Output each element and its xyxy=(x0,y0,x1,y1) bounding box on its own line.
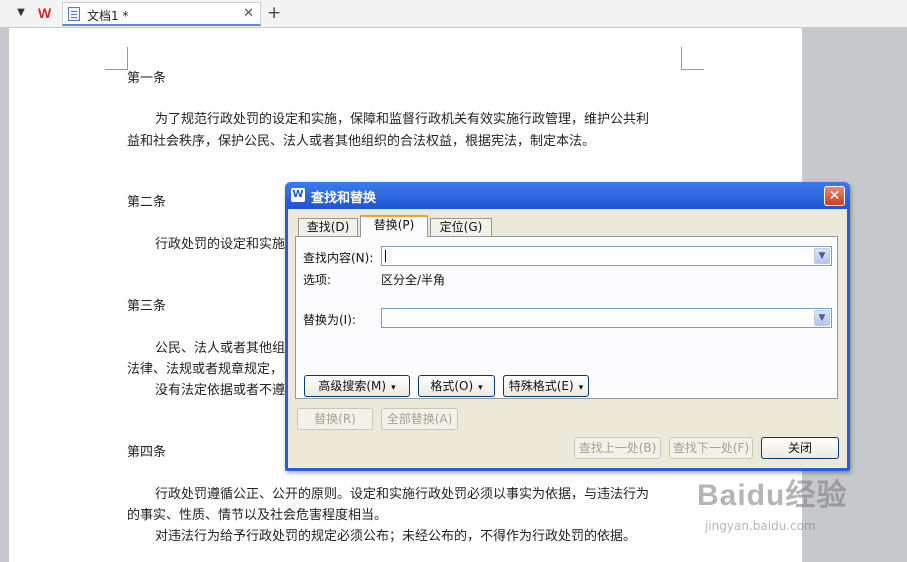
text-caret xyxy=(385,250,386,262)
replace-tab-panel: 查找内容(N): ▼ 选项: 区分全/半角 替换为(I): ▼ 高级搜索(M) ▾… xyxy=(295,236,838,399)
paragraph-line: 公民、法人或者其他组 xyxy=(155,341,286,356)
article-heading: 第三条 xyxy=(127,299,167,314)
special-format-button[interactable]: 特殊格式(E) ▾ xyxy=(503,375,589,397)
close-button[interactable]: 关闭 xyxy=(761,437,839,459)
watermark-url: jingyan.baidu.com xyxy=(705,519,816,533)
close-tab-icon[interactable]: ✕ xyxy=(243,6,254,21)
watermark-logo-text: Baidu经验 xyxy=(697,479,848,512)
margin-marker-top-right xyxy=(681,47,704,70)
paragraph-line: 行政处罚遵循公正、公开的原则。设定和实施行政处罚必须以事实为依据，与违法行为 xyxy=(155,487,650,502)
dialog-body: 查找(D) 替换(P) 定位(G) 查找内容(N): ▼ 选项: 区分全/半角 … xyxy=(288,209,847,468)
options-label: 选项: xyxy=(303,273,332,287)
find-previous-button[interactable]: 查找上一处(B) xyxy=(574,437,661,459)
new-tab-plus-icon[interactable]: + xyxy=(267,3,281,23)
chevron-down-icon: ▾ xyxy=(478,383,483,393)
paragraph-line: 行政处罚的设定和实施 xyxy=(155,237,286,252)
format-label: 格式(O) xyxy=(430,379,474,393)
options-value: 区分全/半角 xyxy=(381,273,446,287)
tab-menu-arrow-icon[interactable]: ▼ xyxy=(14,6,28,20)
paragraph-line: 益和社会秩序，保护公民、法人或者其他组织的合法权益，根据宪法，制定本法。 xyxy=(127,134,596,149)
replace-dropdown-chevron-icon[interactable]: ▼ xyxy=(814,310,830,326)
find-dropdown-chevron-icon[interactable]: ▼ xyxy=(814,248,830,264)
document-icon xyxy=(68,7,80,21)
dialog-close-icon[interactable]: ✕ xyxy=(824,186,845,206)
special-format-label: 特殊格式(E) xyxy=(508,379,574,393)
app-icon: W xyxy=(291,188,305,202)
find-input[interactable]: ▼ xyxy=(381,246,832,266)
paragraph-line: 没有法定依据或者不遵 xyxy=(155,383,286,398)
baidu-watermark: Baidu经验 jingyan.baidu.com xyxy=(697,470,907,545)
dialog-title-bar[interactable]: W 查找和替换 ✕ xyxy=(285,182,850,209)
tab-goto[interactable]: 定位(G) xyxy=(430,218,492,236)
advanced-search-label: 高级搜索(M) xyxy=(318,379,387,393)
find-replace-dialog: W 查找和替换 ✕ 查找(D) 替换(P) 定位(G) 查找内容(N): ▼ 选… xyxy=(285,182,850,471)
document-tab[interactable]: 文档1 * ✕ xyxy=(62,2,261,26)
chevron-down-icon: ▾ xyxy=(391,383,396,393)
dialog-title: 查找和替换 xyxy=(311,191,377,206)
document-tab-label: 文档1 * xyxy=(87,9,129,23)
wps-logo-icon[interactable]: W xyxy=(38,5,56,21)
paragraph-line: 的事实、性质、情节以及社会危害程度相当。 xyxy=(127,508,388,523)
article-heading: 第二条 xyxy=(127,195,167,210)
margin-marker-top-left xyxy=(105,47,128,70)
chevron-down-icon: ▾ xyxy=(578,383,584,393)
format-button[interactable]: 格式(O) ▾ xyxy=(418,375,495,397)
paragraph-line: 法律、法规或者规章规定， xyxy=(127,362,284,377)
replace-input[interactable]: ▼ xyxy=(381,308,832,328)
find-label: 查找内容(N): xyxy=(303,251,374,265)
replace-all-button[interactable]: 全部替换(A) xyxy=(381,408,458,430)
tab-replace[interactable]: 替换(P) xyxy=(360,215,428,237)
advanced-search-button[interactable]: 高级搜索(M) ▾ xyxy=(304,375,410,397)
tab-find[interactable]: 查找(D) xyxy=(298,218,358,236)
paragraph-line: 为了规范行政处罚的设定和实施，保障和监督行政机关有效实施行政管理，维护公共利 xyxy=(155,112,650,127)
paragraph-line: 对违法行为给予行政处罚的规定必须公布；未经公布的，不得作为行政处罚的依据。 xyxy=(155,529,637,544)
replace-button[interactable]: 替换(R) xyxy=(297,408,373,430)
find-next-button[interactable]: 查找下一处(F) xyxy=(669,437,753,459)
tab-strip: ▼ W 文档1 * ✕ + xyxy=(0,0,907,28)
replace-label: 替换为(I): xyxy=(303,313,356,327)
article-heading: 第一条 xyxy=(127,71,167,86)
article-heading: 第四条 xyxy=(127,445,167,460)
